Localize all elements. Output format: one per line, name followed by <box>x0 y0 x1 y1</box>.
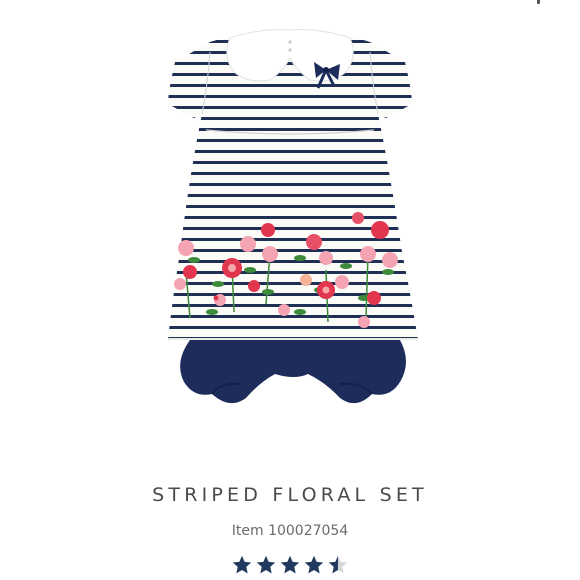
star-icon <box>256 555 276 574</box>
star-icon <box>232 555 252 574</box>
striped-dress <box>168 33 418 341</box>
bloomers <box>180 340 406 404</box>
star-icon <box>304 555 324 574</box>
star-rating[interactable] <box>0 554 580 576</box>
scroll-indicator <box>537 0 540 4</box>
product-image[interactable] <box>150 22 430 422</box>
item-number: Item 100027054 <box>231 523 349 539</box>
product-title: STRIPED FLORAL SET <box>152 484 428 506</box>
star-icon <box>328 555 348 574</box>
star-icon <box>280 555 300 574</box>
